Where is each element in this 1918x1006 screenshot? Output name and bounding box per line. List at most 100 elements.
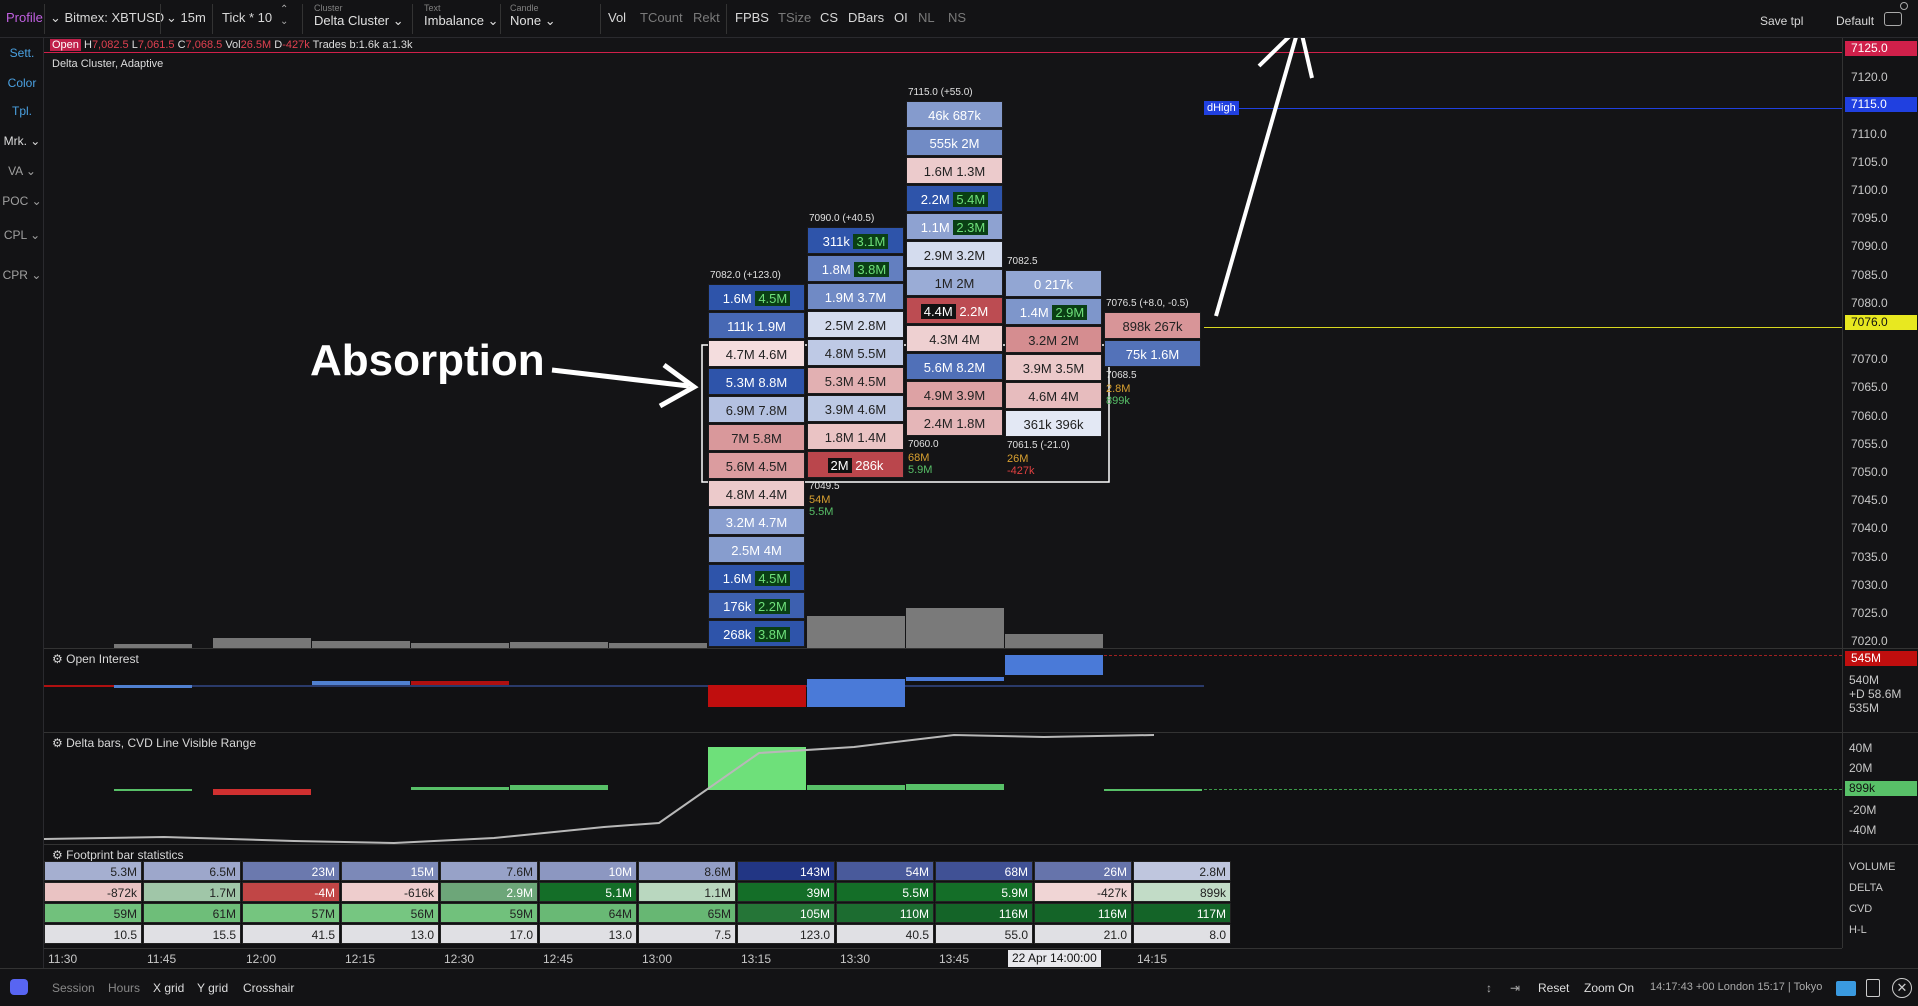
toggle-ns[interactable]: NS: [948, 10, 966, 25]
ask-volume: 2M: [1060, 332, 1079, 348]
discord-icon[interactable]: [10, 979, 28, 995]
sidebar-template[interactable]: Tpl.: [0, 104, 44, 118]
toggle-oi[interactable]: OI: [894, 10, 908, 25]
stats-row-label: H-L: [1849, 924, 1867, 936]
stats-cell-cvd: 110M: [836, 903, 934, 923]
tick-stepper-icon[interactable]: ⌃ ⌄: [280, 4, 288, 28]
footprint-stats-pane[interactable]: ⚙ Footprint bar statistics 5.3M 6.5M 23M 15…: [44, 844, 1842, 948]
toggle-dbars[interactable]: DBars: [848, 10, 884, 25]
footprint-chart[interactable]: dHigh Open H7,082.5 L7,061.5 C7,068.5 Vo…: [44, 38, 1842, 648]
toggle-nl[interactable]: NL: [918, 10, 935, 25]
oi-current-line: [1104, 655, 1842, 656]
time-tick: 13:30: [840, 952, 871, 966]
stats-cell-delta: -4M: [242, 882, 340, 902]
divider: [726, 4, 727, 34]
volume-bar: [213, 638, 311, 648]
session-toggle[interactable]: Session: [52, 981, 95, 995]
sidebar-poc[interactable]: POC ⌄: [0, 194, 44, 208]
settings-gear-icon[interactable]: [1900, 2, 1908, 10]
sidebar-cpl[interactable]: CPL ⌄: [0, 228, 44, 242]
reset-button[interactable]: Reset: [1538, 981, 1569, 995]
open-interest-title: ⚙ Open Interest: [52, 652, 139, 666]
sidebar-markers[interactable]: Mrk. ⌄: [0, 134, 44, 148]
toggle-tcount[interactable]: TCount: [640, 10, 683, 25]
toggle-vol[interactable]: Vol: [608, 10, 626, 25]
stats-cell-hl: 13.0: [539, 924, 637, 944]
ask-volume: 286k: [855, 458, 884, 474]
folder-icon[interactable]: [1836, 981, 1856, 996]
time-axis[interactable]: 11:30 11:45 12:00 12:15 12:30 12:45 13:00 13:15…: [44, 948, 1842, 968]
save-template-button[interactable]: Save tpl: [1760, 14, 1803, 28]
sidebar-va-label: VA: [8, 164, 23, 178]
chevron-down-icon: ⌄: [389, 13, 404, 28]
open-interest-pane[interactable]: ⚙ Open Interest: [44, 648, 1842, 732]
stats-cell-cvd: 57M: [242, 903, 340, 923]
divider: [160, 4, 161, 34]
sidebar-va[interactable]: VA ⌄: [0, 164, 44, 178]
close-circle-icon[interactable]: ✕: [1892, 978, 1912, 998]
toggle-tsize[interactable]: TSize: [778, 10, 811, 25]
stats-cell-hl: 41.5: [242, 924, 340, 944]
price-tick: 7035.0: [1851, 549, 1888, 564]
delta-pane[interactable]: ⚙ Delta bars, CVD Line Visible Range: [44, 732, 1842, 845]
chevron-down-icon: ⌄: [30, 134, 41, 148]
hours-toggle[interactable]: Hours: [108, 981, 140, 995]
bar-high-label: 7090.0 (+40.5): [809, 213, 875, 225]
price-tick: 7020.0: [1851, 634, 1888, 649]
stats-cell-hl: 13.0: [341, 924, 439, 944]
sidebar-color[interactable]: Color: [0, 76, 44, 90]
timeframe-selector[interactable]: ⌄ 15m: [166, 10, 206, 26]
price-tick: 7105.0: [1851, 154, 1888, 169]
oi-bar: [906, 677, 1004, 681]
vertical-resize-icon[interactable]: ↕: [1486, 981, 1492, 995]
footprint-cell: 1.4M 2.9M: [1005, 297, 1102, 325]
ask-volume: 3.5M: [1055, 360, 1085, 376]
scroll-end-icon[interactable]: ⇥: [1510, 981, 1520, 995]
crosshair-toggle[interactable]: Crosshair: [243, 981, 294, 995]
stats-cell-hl: 15.5: [143, 924, 241, 944]
symbol-selector[interactable]: ⌄ Bitmex: XBTUSD: [50, 10, 164, 26]
stats-cell-volume: 8.6M: [638, 861, 736, 881]
dhigh-price-badge: 7115.0: [1845, 97, 1917, 113]
settings-gear-icon[interactable]: ⚙: [52, 652, 63, 666]
settings-gear-icon[interactable]: ⚙: [52, 848, 63, 862]
ask-volume: 8.8M: [758, 374, 788, 390]
bid-volume: 3.2M: [725, 514, 755, 530]
stats-cell-cvd: 59M: [44, 903, 142, 923]
footprint-cell: 2.2M 5.4M: [906, 184, 1003, 212]
toggle-fpbs[interactable]: FPBS: [735, 10, 769, 25]
clipboard-icon[interactable]: [1866, 979, 1880, 997]
left-sidebar: Sett. Color Tpl. Mrk. ⌄ VA ⌄ POC ⌄ CPL ⌄…: [0, 38, 44, 968]
delta-axis-label: -40M: [1849, 823, 1877, 837]
ygrid-toggle[interactable]: Y grid: [197, 981, 228, 995]
text-select[interactable]: Imbalance ⌄: [424, 13, 499, 29]
stats-cell-hl: 8.0: [1133, 924, 1231, 944]
delta-axis: 40M 20M 899k -20M -40M: [1842, 732, 1918, 844]
profile-button[interactable]: Profile: [6, 10, 43, 25]
zoom-toggle[interactable]: Zoom On: [1584, 981, 1634, 995]
toggle-cs[interactable]: CS: [820, 10, 838, 25]
ask-volume: 267k: [1154, 319, 1183, 334]
footprint-cell: 176k 2.2M: [708, 591, 805, 619]
time-tick: 11:30: [48, 952, 78, 966]
candle-caption: Candle: [510, 3, 539, 13]
sidebar-settings[interactable]: Sett.: [0, 46, 44, 60]
price-tick: 7120.0: [1851, 70, 1888, 85]
ask-volume: 5.5M: [857, 346, 887, 362]
ask-volume: 3.7M: [857, 290, 887, 306]
price-tick: 7090.0: [1851, 239, 1888, 254]
candle-select[interactable]: None ⌄: [510, 13, 556, 29]
footprint-cell: 2.5M 4M: [708, 535, 805, 563]
toggle-rekt[interactable]: Rekt: [693, 10, 720, 25]
stats-cell-delta: 1.7M: [143, 882, 241, 902]
cluster-select[interactable]: Delta Cluster ⌄: [314, 13, 404, 29]
default-template-button[interactable]: Default: [1836, 14, 1874, 28]
tick-selector[interactable]: Tick * 10: [222, 10, 272, 25]
oi-bar: [114, 685, 192, 688]
bid-volume: 898k: [1122, 319, 1151, 334]
price-tick: 7030.0: [1851, 577, 1888, 592]
xgrid-toggle[interactable]: X grid: [153, 981, 184, 995]
price-axis[interactable]: 7120.0 7110.0 7105.0 7100.0 7095.0 7090.0 7085…: [1842, 38, 1918, 648]
sidebar-cpr[interactable]: CPR ⌄: [0, 268, 44, 282]
camera-icon[interactable]: [1884, 12, 1902, 26]
